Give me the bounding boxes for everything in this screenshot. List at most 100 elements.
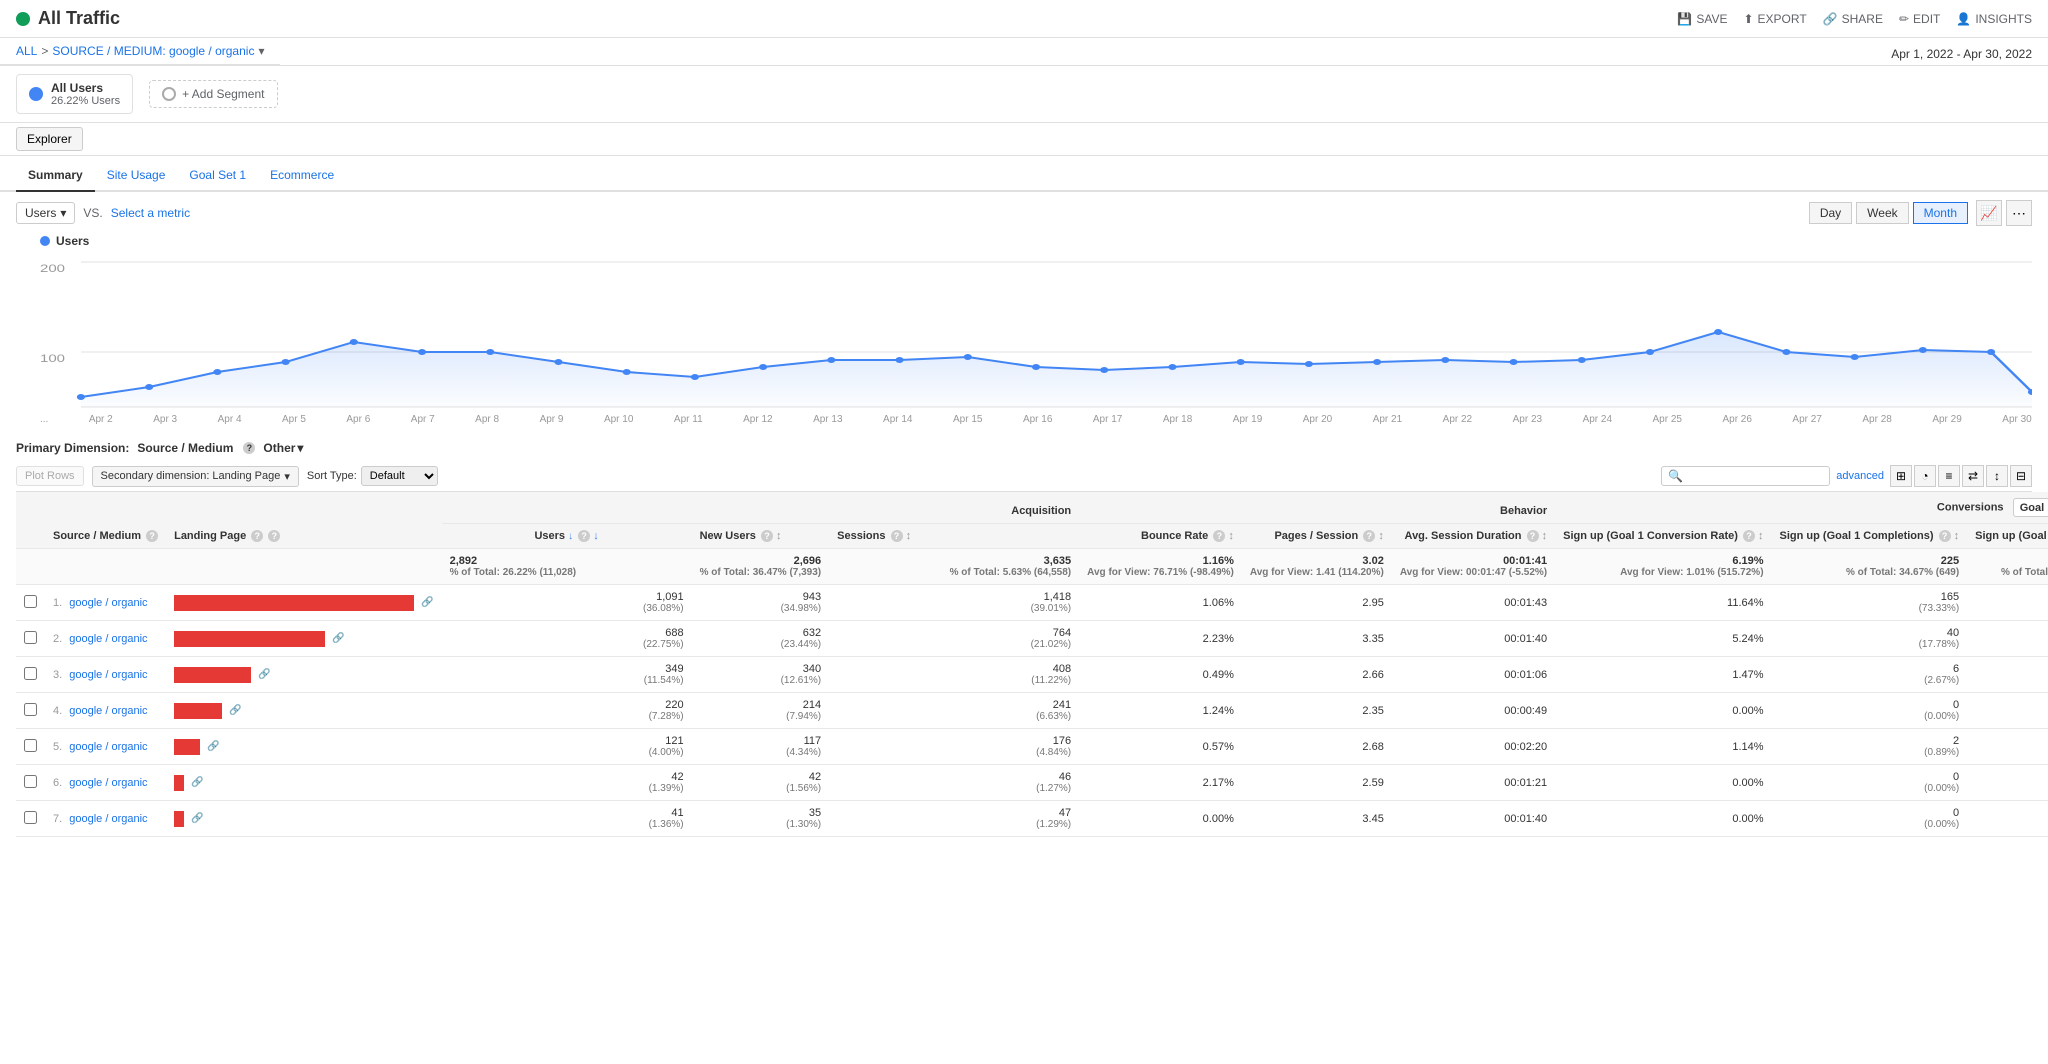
breadcrumb-all[interactable]: ALL bbox=[16, 44, 37, 58]
bar-link-icon-5[interactable]: 🔗 bbox=[191, 777, 203, 788]
select-metric-link[interactable]: Select a metric bbox=[111, 206, 190, 220]
source-link-2[interactable]: google / organic bbox=[69, 669, 147, 681]
source-link-1[interactable]: google / organic bbox=[69, 633, 147, 645]
landing-page-help-icon: ? bbox=[251, 530, 263, 542]
totals-signup-comp: 225 % of Total: 34.67% (649) bbox=[1772, 549, 1968, 585]
totals-row: 2,892 % of Total: 26.22% (11,028) 2,696 … bbox=[16, 549, 2048, 585]
sessions-col-header[interactable]: Sessions ? bbox=[829, 524, 1079, 549]
secondary-dimension-button[interactable]: Secondary dimension: Landing Page ▾ bbox=[92, 466, 299, 487]
row-bar-1: 🔗 bbox=[166, 621, 442, 657]
bar-link-icon-1[interactable]: 🔗 bbox=[332, 633, 344, 644]
row-checkbox-0[interactable] bbox=[16, 585, 45, 621]
data-point bbox=[1646, 349, 1654, 355]
row-signup-comp-1: 40 (17.78%) bbox=[1772, 621, 1968, 657]
insights-action[interactable]: 👤 INSIGHTS bbox=[1956, 12, 2032, 26]
legend-label: Users bbox=[56, 234, 89, 248]
segment-all-users[interactable]: All Users 26.22% Users bbox=[16, 74, 133, 114]
explorer-button[interactable]: Explorer bbox=[16, 127, 83, 151]
line-chart-button[interactable]: 📈 bbox=[1976, 200, 2002, 226]
row-checkbox-3[interactable] bbox=[16, 693, 45, 729]
signup-value-col-header[interactable]: Sign up (Goal 1 Value) ? bbox=[1967, 524, 2048, 549]
extra-view-button2[interactable]: ⊟ bbox=[2010, 465, 2032, 487]
share-action[interactable]: 🔗 SHARE bbox=[1823, 12, 1883, 26]
table-view-button[interactable]: ≡ bbox=[1938, 465, 1960, 487]
users-col-header[interactable]: Users ↓ ? bbox=[442, 524, 692, 549]
row-checkbox-5[interactable] bbox=[16, 765, 45, 801]
data-point bbox=[1509, 359, 1517, 365]
tab-goal-set-1[interactable]: Goal Set 1 bbox=[177, 160, 258, 192]
dot-chart-button[interactable]: ⋯ bbox=[2006, 200, 2032, 226]
checkbox-header bbox=[16, 492, 45, 549]
bar-fill-3 bbox=[174, 703, 222, 719]
view-buttons: ⊞ ◔ ≡ ⇄ ↕ ⊟ bbox=[1890, 465, 2032, 487]
data-point bbox=[691, 374, 699, 380]
avg-session-col-header[interactable]: Avg. Session Duration ? bbox=[1392, 524, 1555, 549]
save-action[interactable]: 💾 SAVE bbox=[1677, 12, 1727, 26]
breadcrumb-path[interactable]: SOURCE / MEDIUM: google / organic bbox=[52, 44, 254, 58]
bar-link-icon-0[interactable]: 🔗 bbox=[421, 597, 433, 608]
totals-checkbox bbox=[16, 549, 45, 585]
row-signup-comp-3: 0 (0.00%) bbox=[1772, 693, 1968, 729]
metric-dropdown[interactable]: Users ▾ bbox=[16, 202, 75, 224]
conversions-header: Conversions Goal 1: Sign up ▾ bbox=[1555, 492, 2048, 524]
sort-type-selector: Sort Type: Default Weighted Absolute bbox=[307, 466, 438, 486]
week-button[interactable]: Week bbox=[1856, 202, 1908, 224]
search-input[interactable] bbox=[1683, 470, 1823, 482]
source-link-5[interactable]: google / organic bbox=[69, 777, 147, 789]
explorer-tab-bar: Explorer bbox=[0, 123, 2048, 156]
sort-type-dropdown[interactable]: Default Weighted Absolute bbox=[361, 466, 438, 486]
bar-link-icon-6[interactable]: 🔗 bbox=[191, 813, 203, 824]
data-point bbox=[1100, 367, 1108, 373]
row-bounce-3: 1.24% bbox=[1079, 693, 1242, 729]
row-checkbox-6[interactable] bbox=[16, 801, 45, 837]
bar-link-icon-4[interactable]: 🔗 bbox=[207, 741, 219, 752]
pie-view-button[interactable]: ◔ bbox=[1914, 465, 1936, 487]
chart-svg: 200 100 bbox=[40, 252, 2032, 412]
row-signup-comp-0: 165 (73.33%) bbox=[1772, 585, 1968, 621]
share-icon: 🔗 bbox=[1823, 12, 1838, 26]
goal-dropdown[interactable]: Goal 1: Sign up ▾ bbox=[2013, 498, 2048, 517]
source-link-6[interactable]: google / organic bbox=[69, 813, 147, 825]
tab-ecommerce[interactable]: Ecommerce bbox=[258, 160, 346, 192]
month-button[interactable]: Month bbox=[1913, 202, 1968, 224]
data-point bbox=[1237, 359, 1245, 365]
chart-area: Users 200 100 bbox=[0, 230, 2048, 427]
data-point bbox=[759, 364, 767, 370]
row-checkbox-1[interactable] bbox=[16, 621, 45, 657]
export-action[interactable]: ⬆ EXPORT bbox=[1743, 12, 1806, 26]
signup-rate-col-header[interactable]: Sign up (Goal 1 Conversion Rate) ? bbox=[1555, 524, 1771, 549]
bounce-rate-col-header[interactable]: Bounce Rate ? bbox=[1079, 524, 1242, 549]
signup-comp-col-header[interactable]: Sign up (Goal 1 Completions) ? bbox=[1772, 524, 1968, 549]
row-checkbox-2[interactable] bbox=[16, 657, 45, 693]
grid-view-button[interactable]: ⊞ bbox=[1890, 465, 1912, 487]
source-link-3[interactable]: google / organic bbox=[69, 705, 147, 717]
bar-link-icon-2[interactable]: 🔗 bbox=[258, 669, 270, 680]
table-row: 2. google / organic 🔗 688 (22.75%) 632 (… bbox=[16, 621, 2048, 657]
source-link-4[interactable]: google / organic bbox=[69, 741, 147, 753]
signup-comp-help-icon: ? bbox=[1939, 530, 1951, 542]
table-toolbar: Plot Rows Secondary dimension: Landing P… bbox=[16, 461, 2032, 492]
totals-label bbox=[45, 549, 442, 585]
tab-site-usage[interactable]: Site Usage bbox=[95, 160, 178, 192]
tab-summary[interactable]: Summary bbox=[16, 160, 95, 192]
add-segment-button[interactable]: + Add Segment bbox=[149, 80, 277, 108]
top-bar-right: 💾 SAVE ⬆ EXPORT 🔗 SHARE ✏ EDIT 👤 INSIGHT… bbox=[1677, 12, 2032, 26]
other-link[interactable]: Other ▾ bbox=[263, 441, 303, 455]
pps-col-header[interactable]: Pages / Session ? bbox=[1242, 524, 1392, 549]
extra-view-button1[interactable]: ↕ bbox=[1986, 465, 2008, 487]
edit-action[interactable]: ✏ EDIT bbox=[1899, 12, 1940, 26]
advanced-link[interactable]: advanced bbox=[1836, 470, 1884, 482]
data-point bbox=[895, 357, 903, 363]
bar-fill-4 bbox=[174, 739, 200, 755]
bar-link-icon-3[interactable]: 🔗 bbox=[229, 705, 241, 716]
new-users-col-header[interactable]: New Users ? bbox=[692, 524, 830, 549]
compare-view-button[interactable]: ⇄ bbox=[1962, 465, 1984, 487]
status-dot bbox=[16, 12, 30, 26]
primary-dim-value: Source / Medium bbox=[137, 441, 233, 455]
plot-rows-button[interactable]: Plot Rows bbox=[16, 466, 84, 486]
day-button[interactable]: Day bbox=[1809, 202, 1852, 224]
row-checkbox-4[interactable] bbox=[16, 729, 45, 765]
row-users-5: 42 (1.39%) bbox=[442, 765, 692, 801]
source-link-0[interactable]: google / organic bbox=[69, 597, 147, 609]
row-num-source-4: 5. google / organic bbox=[45, 729, 166, 765]
